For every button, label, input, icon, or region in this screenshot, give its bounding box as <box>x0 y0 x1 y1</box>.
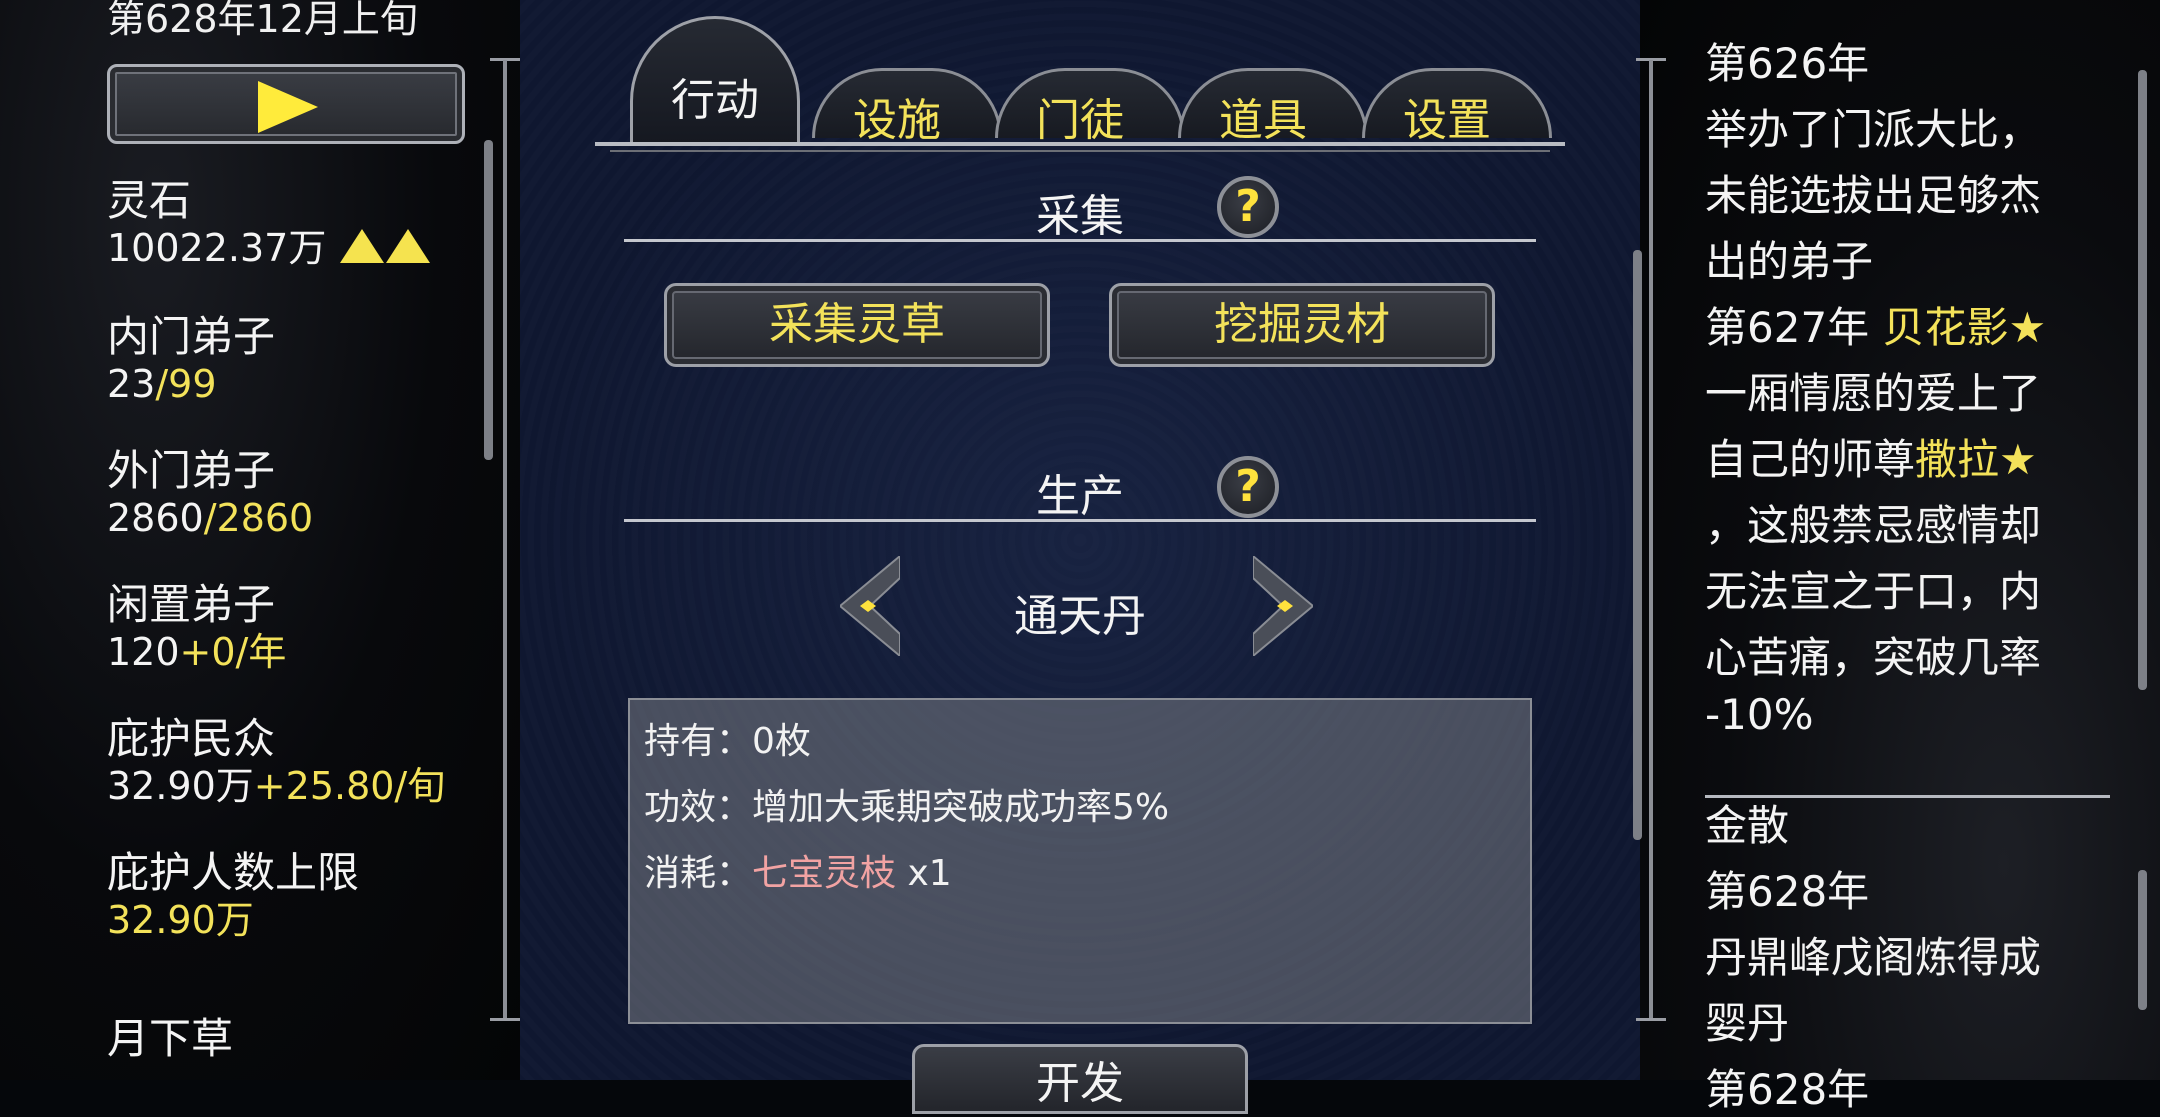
resource-label: 灵石 <box>107 176 192 225</box>
effect-row: 功效：增加大乘期突破成功率5% <box>644 778 1169 830</box>
resource-value: 32.90万 <box>107 764 254 808</box>
resource-max: /2860 <box>203 496 314 540</box>
gather-herbs-button[interactable]: 采集灵草 <box>664 283 1050 367</box>
resource-rate: +25.80/旬 <box>253 764 446 808</box>
gather-separator <box>624 239 1536 242</box>
scroll-cap <box>490 1018 520 1021</box>
resource-max: /99 <box>155 362 217 406</box>
cost-quantity: x1 <box>896 853 952 894</box>
tab-underline <box>595 142 1565 146</box>
gather-section-title: 采集 <box>1036 191 1124 242</box>
resource-label: 外门弟子 <box>107 446 276 495</box>
resource-value: 32.90万 <box>107 898 254 942</box>
resource-sheltered-people: 庇护民众 32.90万+25.80/旬 <box>107 714 445 808</box>
effect-value: 增加大乘期突破成功率5% <box>752 787 1170 828</box>
owned-row: 持有：0枚 <box>644 712 811 764</box>
resource-value: 23 <box>107 362 156 406</box>
log-entry: 未能选拔出足够杰 <box>1705 171 2042 220</box>
play-button[interactable] <box>107 64 465 144</box>
play-icon <box>258 81 318 133</box>
log-scrollbar-thumb-lower[interactable] <box>2138 870 2147 1010</box>
right-divider <box>1649 60 1653 1020</box>
log-scrollbar-thumb[interactable] <box>2138 70 2147 690</box>
resource-rate: +0/年 <box>179 630 287 674</box>
increase-arrow-icon <box>340 229 385 263</box>
produce-section-title: 生产 <box>1036 471 1124 522</box>
log-entry: 心苦痛，突破几率 <box>1705 633 2042 682</box>
product-name: 通天丹 <box>1014 591 1146 642</box>
resource-label: 闲置弟子 <box>107 580 276 629</box>
owned-value: 0枚 <box>752 721 811 762</box>
resource-spirit-stone: 灵石 10022.37万 <box>107 176 431 270</box>
previous-item-arrow-icon[interactable] <box>840 556 900 656</box>
gather-help-icon[interactable]: ? <box>1217 176 1279 238</box>
log-entry: 婴丹 <box>1705 999 1790 1048</box>
current-date: 第628年12月上旬 <box>107 0 418 41</box>
log-entry: 第628年 <box>1705 867 1870 916</box>
center-scrollbar-thumb[interactable] <box>1633 250 1642 840</box>
cost-label: 消耗： <box>644 853 753 894</box>
tab-disciples[interactable]: 门徒 <box>995 84 1165 148</box>
log-entry: 一厢情愿的爱上了 <box>1705 369 2042 418</box>
resource-moon-grass: 月下草 <box>107 1014 233 1064</box>
log-entry: 举办了门派大比， <box>1705 105 2042 154</box>
cost-item: 七宝灵枝 <box>752 853 897 894</box>
resource-outer-disciples: 外门弟子 2860/2860 <box>107 446 313 540</box>
increase-arrow-icon <box>386 229 431 263</box>
tab-underline-inner <box>610 150 1550 152</box>
log-entry: 自己的师尊撒拉★ <box>1705 435 2037 484</box>
tab-facilities[interactable]: 设施 <box>812 84 982 148</box>
character-name[interactable]: 贝花影★ <box>1883 303 2047 352</box>
log-entry: 金散 <box>1705 801 1790 850</box>
produce-help-icon[interactable]: ? <box>1217 456 1279 518</box>
resource-value: 2860 <box>107 496 204 540</box>
produce-separator <box>624 519 1536 522</box>
cost-row: 消耗：七宝灵枝 x1 <box>644 844 952 896</box>
resource-shelter-limit: 庇护人数上限 32.90万 <box>107 848 359 942</box>
resource-inner-disciples: 内门弟子 23/99 <box>107 312 275 406</box>
log-entry: 出的弟子 <box>1705 237 1874 286</box>
effect-label: 功效： <box>644 787 753 828</box>
resource-value: 120 <box>107 630 180 674</box>
resource-value: 10022.37万 <box>107 226 327 270</box>
log-entry: 第626年 <box>1705 39 1870 88</box>
tab-settings[interactable]: 设置 <box>1362 84 1532 148</box>
product-info-panel: 持有：0枚 功效：增加大乘期突破成功率5% 消耗：七宝灵枝 x1 <box>628 698 1532 1024</box>
resource-idle-disciples: 闲置弟子 120+0/年 <box>107 580 286 674</box>
resource-label: 庇护人数上限 <box>107 848 360 897</box>
resource-label: 月下草 <box>107 1014 234 1063</box>
log-entry: -10% <box>1705 690 1814 739</box>
log-entry: 第627年 贝花影★ <box>1705 303 2047 352</box>
left-scrollbar-thumb[interactable] <box>484 140 493 460</box>
tab-action[interactable]: 行动 <box>630 64 800 128</box>
owned-label: 持有： <box>644 721 753 762</box>
develop-button[interactable]: 开发 <box>912 1044 1248 1114</box>
scroll-cap <box>1636 1018 1666 1021</box>
log-entry: 丹鼎峰戊阁炼得成 <box>1705 933 2042 982</box>
tab-items[interactable]: 道具 <box>1178 84 1348 148</box>
left-divider <box>503 60 507 1020</box>
resource-label: 内门弟子 <box>107 312 276 361</box>
character-name[interactable]: 撒拉★ <box>1915 435 2037 484</box>
resource-label: 庇护民众 <box>107 714 276 763</box>
log-entry: ，这般禁忌感情却 <box>1705 501 2042 550</box>
log-entry: 无法宣之于口，内 <box>1705 567 2042 616</box>
next-item-arrow-icon[interactable] <box>1253 556 1313 656</box>
dig-materials-button[interactable]: 挖掘灵材 <box>1109 283 1495 367</box>
log-entry: 第628年 <box>1705 1065 1870 1114</box>
